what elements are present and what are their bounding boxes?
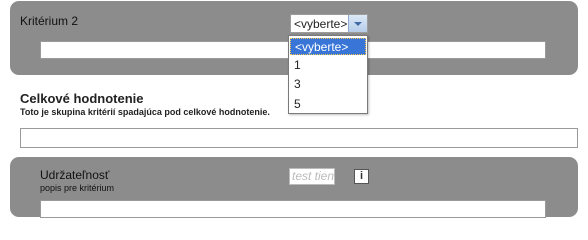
overall-subheading: Toto je skupina kritérií spadajúca pod c… [20,107,270,117]
info-icon[interactable]: i [354,169,369,184]
sustainability-description: popis pre kritérium [40,183,115,193]
chevron-down-icon[interactable] [348,15,367,32]
dropdown-option[interactable]: 1 [290,57,366,74]
sustainability-title: Udržateľnosť [40,168,110,182]
criterion-2-score-select[interactable]: <vyberte> [290,14,368,33]
dropdown-option[interactable]: 5 [290,96,366,113]
select-value: <vyberte> [294,17,348,31]
sustainability-panel: Udržateľnosť popis pre kritérium [10,157,578,218]
score-dropdown-list[interactable]: <vyberte> 1 3 5 [288,35,368,114]
criterion-2-title: Kritérium 2 [20,14,79,28]
overall-comment-field[interactable] [20,128,578,148]
test-input[interactable]: test tien [289,168,335,185]
dropdown-option[interactable]: 3 [290,76,366,93]
dropdown-option[interactable]: <vyberte> [290,38,366,55]
sustainability-comment-field[interactable] [40,200,546,218]
overall-heading: Celkové hodnotenie [20,91,144,106]
